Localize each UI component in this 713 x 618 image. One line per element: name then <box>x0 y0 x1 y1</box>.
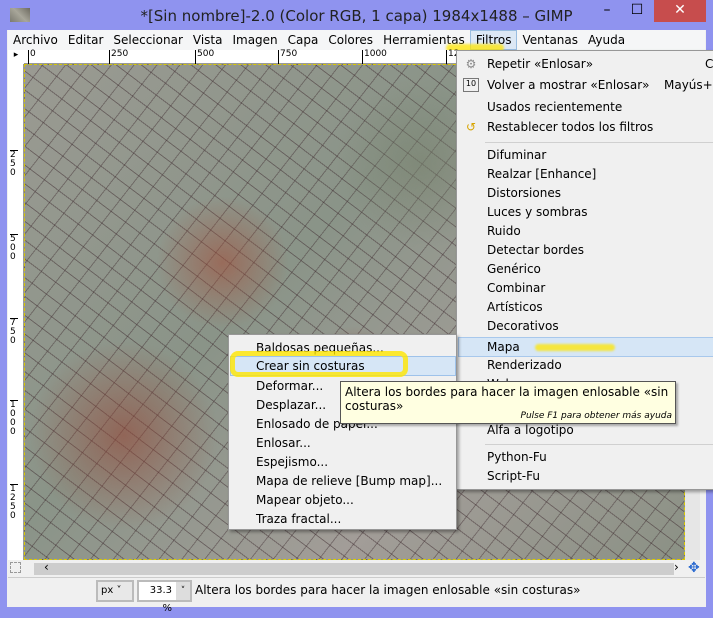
menu-item-reset[interactable]: Restablecer todos los filtros <box>487 120 653 134</box>
menu-item-script-fu[interactable]: Script-Fu <box>487 469 540 483</box>
menu-item-luces[interactable]: Luces y sombras <box>487 205 587 219</box>
menu-item-generico[interactable]: Genérico <box>487 262 541 276</box>
selection-icon[interactable] <box>10 562 21 573</box>
ruler-label: 0 <box>28 50 36 64</box>
menu-item-ruido[interactable]: Ruido <box>487 224 521 238</box>
submenu-item[interactable]: Enlosar... <box>256 436 311 450</box>
submenu-item[interactable]: Traza fractal... <box>256 512 341 526</box>
menu-item-combinar[interactable]: Combinar <box>487 281 545 295</box>
menu-item-distorsiones[interactable]: Distorsiones <box>487 186 561 200</box>
ruler-label: 1250 <box>10 484 18 521</box>
submenu-item[interactable]: Desplazar... <box>256 398 326 412</box>
ruler-label: 500 <box>195 50 214 64</box>
horizontal-ruler: 0 250 500 750 1000 12 <box>24 50 459 64</box>
ruler-label: 750 <box>10 318 18 346</box>
menu-item-detectar-bordes[interactable]: Detectar bordes <box>487 243 584 257</box>
ruler-label: 250 <box>10 150 18 178</box>
submenu-item[interactable]: Mapa de relieve [Bump map]... <box>256 474 442 488</box>
menu-ventanas[interactable]: Ventanas <box>517 30 583 50</box>
menubar: Archivo Editar Seleccionar Vista Imagen … <box>8 30 705 50</box>
menu-colores[interactable]: Colores <box>323 30 378 50</box>
reset-icon: ↺ <box>465 120 477 134</box>
menu-item-renderizado[interactable]: Renderizado <box>487 358 562 372</box>
ruler-label: 500 <box>10 234 18 262</box>
ruler-label: 1000 <box>10 400 18 437</box>
maximize-button[interactable]: ☐ <box>622 0 652 22</box>
filters-menu: ⚙ Repetir «Enlosar» C 10 Volver a mostra… <box>456 50 713 490</box>
menu-seleccionar[interactable]: Seleccionar <box>108 30 187 50</box>
submenu-item[interactable]: Mapear objeto... <box>256 493 354 507</box>
menu-item-realzar[interactable]: Realzar [Enhance] <box>487 167 596 181</box>
menu-item-alfa-logotipo[interactable]: Alfa a logotipo <box>487 423 574 437</box>
menu-item-python-fu[interactable]: Python-Fu <box>487 450 547 464</box>
shortcut: Mayús+C <box>664 78 713 92</box>
ruler-label: 1000 <box>362 50 387 64</box>
tooltip-text: Altera los bordes para hacer la imagen e… <box>345 385 669 413</box>
scroll-right-icon[interactable]: › <box>674 560 679 574</box>
highlight-mark <box>535 344 615 351</box>
unit-value: px <box>101 585 114 596</box>
scrollbar-thumb[interactable] <box>34 563 674 575</box>
separator <box>485 142 713 143</box>
repeat-icon: ⚙ <box>465 57 477 71</box>
menu-archivo[interactable]: Archivo <box>8 30 63 50</box>
menu-capa[interactable]: Capa <box>283 30 324 50</box>
menu-item-difuminar[interactable]: Difuminar <box>487 148 546 162</box>
vertical-ruler: 250 500 750 1000 1250 <box>8 64 24 560</box>
shortcut: C <box>705 57 713 71</box>
tooltip: Altera los bordes para hacer la imagen e… <box>340 381 676 424</box>
submenu-item[interactable]: Espejismo... <box>256 455 328 469</box>
navigate-icon[interactable]: ✥ <box>688 560 700 576</box>
ruler-label: 750 <box>278 50 297 64</box>
tooltip-help: Pulse F1 para obtener más ayuda <box>520 411 672 421</box>
submenu-item[interactable]: Deformar... <box>256 379 323 393</box>
menu-item-repeat[interactable]: Repetir «Enlosar» <box>487 57 593 71</box>
unit-select[interactable]: px ˅ <box>96 580 134 602</box>
menu-editar[interactable]: Editar <box>63 30 109 50</box>
status-message: Altera los bordes para hacer la imagen e… <box>195 583 581 597</box>
quick-mask-toggle[interactable]: ▸ <box>8 50 24 64</box>
zoom-dropdown-icon[interactable]: ˅ <box>176 582 190 600</box>
separator <box>485 444 713 445</box>
zoom-value: 33.3 % <box>149 585 172 614</box>
menu-item-reshow[interactable]: Volver a mostrar «Enlosar» <box>487 78 649 92</box>
minimize-button[interactable]: – <box>592 0 622 22</box>
ruler-label: 250 <box>109 50 128 64</box>
menu-ayuda[interactable]: Ayuda <box>583 30 630 50</box>
menu-imagen[interactable]: Imagen <box>227 30 282 50</box>
app-icon <box>10 8 30 22</box>
menu-item-recent[interactable]: Usados recientemente <box>487 100 622 114</box>
close-button[interactable]: ✕ <box>654 0 706 22</box>
menu-item-artisticos[interactable]: Artísticos <box>487 300 543 314</box>
window-title: *[Sin nombre]-2.0 (Color RGB, 1 capa) 19… <box>140 7 573 25</box>
scroll-left-icon[interactable]: ‹ <box>44 560 49 574</box>
highlight-mark <box>230 351 408 377</box>
menu-vista[interactable]: Vista <box>188 30 228 50</box>
menu-item-decorativos[interactable]: Decorativos <box>487 319 559 333</box>
reshow-icon: 10 <box>463 78 479 92</box>
